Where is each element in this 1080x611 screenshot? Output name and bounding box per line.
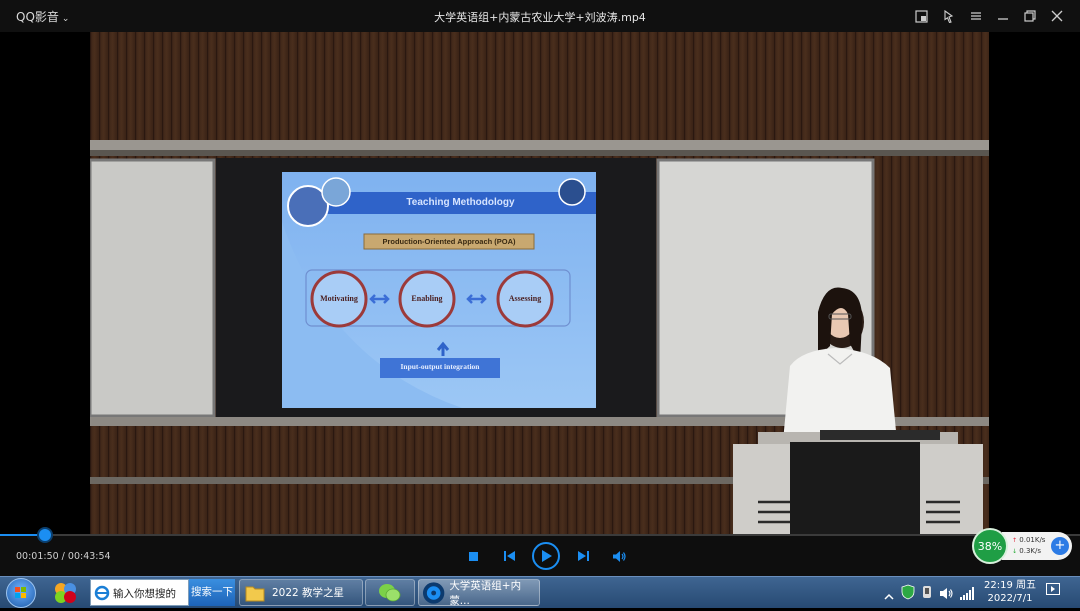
qq-pinyin-app-icon[interactable]: [52, 579, 80, 606]
play-icon: [541, 550, 552, 562]
slide-stage-1: Motivating: [320, 294, 358, 303]
video-frame[interactable]: Teaching Methodology Production-Oriented…: [90, 32, 989, 534]
task-folder[interactable]: 2022 教学之星: [239, 579, 363, 606]
chevron-down-icon: ⌄: [61, 14, 70, 24]
slide-stage-3: Assessing: [508, 294, 542, 303]
slide-approach: Production-Oriented Approach (POA): [382, 237, 516, 246]
close-icon[interactable]: [1043, 6, 1070, 26]
seek-bar-handle[interactable]: [39, 529, 52, 541]
download-speed: ↓ 0.3K/s: [1012, 547, 1041, 555]
memory-percent-badge[interactable]: 38%: [972, 528, 1008, 564]
title-bar: QQ影音 ⌄ 大学英语组+内蒙古农业大学+刘波涛.mp4: [0, 0, 1080, 32]
mini-mode-icon[interactable]: [908, 6, 935, 26]
volume-button[interactable]: [606, 543, 632, 569]
stop-button[interactable]: [460, 543, 486, 569]
download-arrow-icon: ↓: [1012, 548, 1018, 555]
menu-icon[interactable]: [962, 6, 989, 26]
task-wechat[interactable]: [365, 579, 415, 606]
windows-logo-icon: [15, 587, 26, 598]
play-button[interactable]: [532, 542, 560, 570]
app-menu-button[interactable]: QQ影音 ⌄: [16, 8, 69, 25]
window-controls: [908, 6, 1070, 26]
chevron-up-icon: [884, 593, 894, 600]
player-controls: 00:01:50 / 00:43:54: [0, 529, 1080, 576]
task-folder-label: 2022 教学之星: [272, 587, 345, 599]
wechat-icon: [379, 583, 401, 601]
video-scene: [90, 32, 989, 534]
search-input[interactable]: 输入你想搜的: [90, 579, 189, 606]
search-placeholder: 输入你想搜的: [113, 588, 176, 600]
taskbar: 输入你想搜的 搜索一下 2022 教学之星 大学英语组+内蒙... 22:19 …: [0, 576, 1080, 608]
upload-arrow-icon: ↑: [1012, 537, 1018, 544]
upload-speed: ↑ 0.01K/s: [1012, 536, 1046, 544]
minimize-icon[interactable]: [989, 6, 1016, 26]
tray-volume[interactable]: [940, 585, 954, 604]
pen-icon: [923, 586, 931, 598]
show-hidden-icons-button[interactable]: [884, 586, 894, 605]
clock-date: 2022/7/1: [987, 593, 1033, 604]
pin-icon[interactable]: [935, 6, 962, 26]
search-button[interactable]: 搜索一下: [189, 579, 235, 606]
time-display: 00:01:50 / 00:43:54: [16, 551, 111, 562]
network-speed-widget[interactable]: ↑ 0.01K/s ↓ 0.3K/s + 38%: [972, 528, 1072, 566]
tray-app[interactable]: [920, 584, 934, 604]
tray-network[interactable]: [960, 585, 974, 604]
network-speed-panel: ↑ 0.01K/s ↓ 0.3K/s +: [1002, 532, 1072, 560]
seek-bar[interactable]: [0, 529, 1080, 541]
signal-icon: [960, 587, 974, 600]
slide-title: Teaching Methodology: [406, 197, 515, 208]
task-qq-player[interactable]: 大学英语组+内蒙...: [418, 579, 540, 607]
task-qq-player-label: 大学英语组+内蒙...: [449, 579, 522, 607]
system-clock[interactable]: 22:19 周五 2022/7/1: [980, 579, 1040, 605]
slide-stage-2: Enabling: [411, 294, 443, 303]
qq-player-icon: [422, 581, 445, 604]
transport-controls: [460, 542, 642, 570]
next-button[interactable]: [570, 543, 596, 569]
accelerate-plus-icon[interactable]: +: [1051, 537, 1069, 555]
previous-button[interactable]: [496, 543, 522, 569]
ie-icon: [94, 585, 110, 601]
restore-icon[interactable]: [1016, 6, 1043, 26]
action-center-icon[interactable]: [1046, 583, 1060, 595]
folder-icon: [245, 586, 265, 601]
tray-shield[interactable]: [901, 584, 915, 604]
slide-integration: Input-output integration: [400, 362, 480, 371]
shield-icon: [901, 584, 915, 600]
speaker-icon: [940, 588, 953, 599]
clock-time: 22:19 周五: [984, 580, 1036, 591]
next-icon: [577, 551, 589, 561]
start-button[interactable]: [6, 578, 36, 608]
previous-icon: [503, 551, 515, 561]
app-name-label: QQ影音: [16, 10, 59, 24]
volume-icon: [612, 550, 626, 562]
stop-icon: [468, 551, 478, 561]
